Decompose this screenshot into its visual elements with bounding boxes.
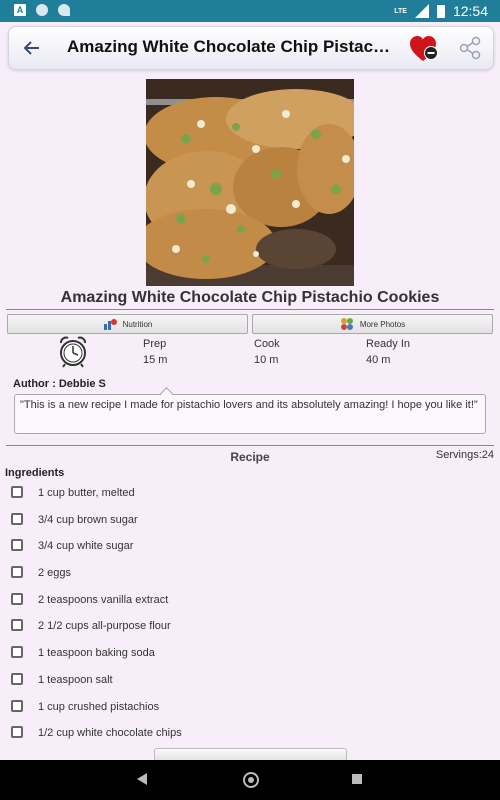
list-item[interactable]: 1 teaspoon baking soda	[0, 640, 500, 667]
servings: Servings:24	[435, 449, 494, 461]
checkbox[interactable]	[11, 699, 23, 712]
list-item[interactable]: 2 1/2 cups all-purpose flour	[0, 613, 500, 640]
clock-time: 12:54	[452, 3, 488, 19]
ingredients-title: Ingredients	[5, 467, 65, 479]
recipe-photo[interactable]	[146, 79, 354, 286]
nav-home-icon[interactable]	[243, 772, 259, 788]
ingredient-list: 1 cup butter, melted 3/4 cup brown sugar…	[0, 480, 500, 747]
ingredient-text: 1 teaspoon salt	[38, 673, 113, 686]
list-item[interactable]: 1 cup crushed pistachios	[0, 694, 500, 721]
alarm-clock-icon	[60, 336, 86, 368]
photos-icon	[340, 318, 353, 330]
checkbox[interactable]	[11, 512, 23, 525]
divider	[6, 309, 494, 310]
prep-label: Prep	[143, 338, 167, 350]
nutrition-icon	[103, 319, 117, 330]
checkbox[interactable]	[11, 646, 23, 659]
notification-a-icon: A	[14, 4, 26, 16]
checkbox[interactable]	[11, 619, 23, 632]
list-item[interactable]: 1/2 cup white chocolate chips	[0, 720, 500, 747]
checkbox[interactable]	[11, 486, 23, 498]
cook-time: Cook 10 m	[254, 338, 280, 366]
battery-icon	[436, 4, 445, 18]
share-icon[interactable]	[457, 35, 483, 61]
prep-time: Prep 15 m	[143, 338, 167, 366]
network-type: LTE	[394, 7, 407, 15]
nutrition-button[interactable]: Nutrition	[7, 314, 248, 334]
ingredient-text: 2 eggs	[38, 567, 72, 580]
ingredient-text: 2 teaspoons vanilla extract	[38, 593, 169, 606]
ingredient-text: 3/4 cup white sugar	[38, 540, 134, 553]
list-item[interactable]: 1 teaspoon salt	[0, 667, 500, 694]
prep-value: 15 m	[143, 354, 168, 366]
checkbox[interactable]	[11, 726, 23, 739]
system-nav-bar	[0, 760, 500, 800]
ingredient-text: 3/4 cup brown sugar	[38, 513, 138, 526]
cook-label: Cook	[254, 338, 280, 350]
nav-recents-icon[interactable]	[352, 774, 362, 784]
ingredient-text: 1 cup butter, melted	[38, 487, 135, 499]
checkbox[interactable]	[11, 566, 23, 579]
ingredient-text: 2 1/2 cups all-purpose flour	[38, 620, 171, 633]
ready-label: Ready In	[366, 338, 411, 350]
recipe-title: Amazing White Chocolate Chip Pistachio C…	[60, 289, 440, 306]
more-photos-label: More Photos	[359, 319, 406, 329]
arrow-left-icon[interactable]	[19, 35, 45, 61]
ingredient-text: 1/2 cup white chocolate chips	[38, 727, 182, 740]
ready-value: 40 m	[366, 354, 391, 366]
checkbox[interactable]	[11, 592, 23, 605]
ingredient-text: 1 cup crushed pistachios	[38, 700, 160, 713]
wifi-icon	[58, 4, 70, 16]
heart-remove-icon[interactable]	[409, 35, 439, 63]
ingredient-text: 1 teaspoon baking soda	[38, 647, 155, 660]
more-photos-button[interactable]: More Photos	[252, 314, 493, 334]
list-item[interactable]: 2 eggs	[0, 560, 500, 587]
checkbox[interactable]	[11, 539, 23, 552]
section-title: Recipe	[230, 450, 270, 464]
signal-icon	[414, 4, 429, 18]
nutrition-label: Nutrition	[122, 319, 153, 329]
checkbox[interactable]	[11, 672, 23, 685]
divider	[6, 445, 494, 446]
cook-value: 10 m	[254, 354, 279, 366]
list-item[interactable]: 3/4 cup brown sugar	[0, 507, 500, 534]
app-bar: Amazing White Chocolate Chip Pistachio C…	[8, 26, 494, 70]
recipe-description: "This is a new recipe I made for pistach…	[14, 394, 486, 434]
app-title: Amazing White Chocolate Chip Pistachio C…	[67, 37, 393, 56]
status-bar: A LTE 12:54	[0, 0, 500, 22]
author: Author : Debbie S	[13, 378, 106, 390]
sync-icon	[36, 4, 48, 16]
list-item[interactable]: 1 cup butter, melted	[0, 480, 500, 507]
list-item[interactable]: 2 teaspoons vanilla extract	[0, 587, 500, 614]
nav-back-icon[interactable]	[137, 773, 147, 785]
list-item[interactable]: 3/4 cup white sugar	[0, 533, 500, 560]
ready-time: Ready In 40 m	[366, 338, 410, 366]
